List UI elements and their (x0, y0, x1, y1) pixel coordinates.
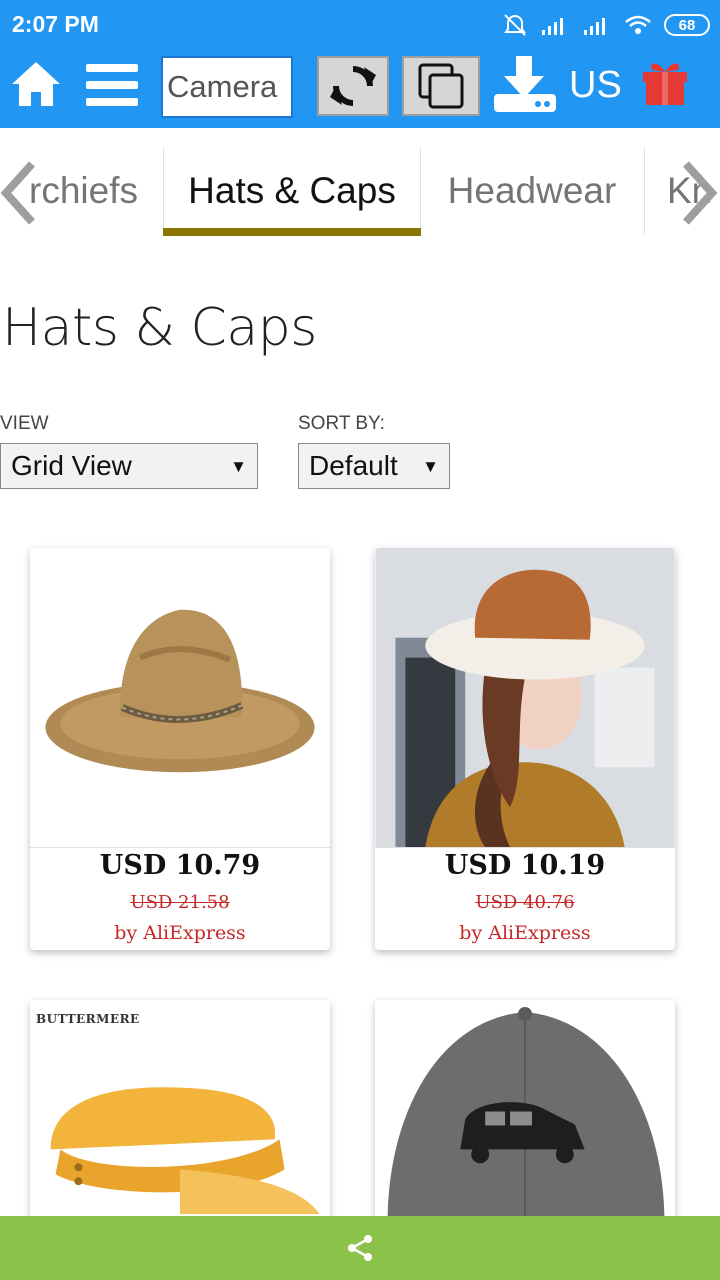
tab-headwear[interactable]: Headwear (422, 148, 642, 234)
sort-select[interactable]: Default ▼ (298, 443, 450, 489)
app-root: 2:07 PM 68 Camera US rchiefs Hats & Caps… (0, 0, 720, 1280)
product-price: USD 10.19 (444, 850, 606, 881)
alarm-off-icon (504, 14, 526, 36)
gift-icon[interactable] (640, 58, 690, 106)
product-old-price: USD 40.76 (475, 892, 575, 913)
refresh-icon (330, 66, 376, 106)
view-select-value: Grid View (11, 450, 132, 481)
search-input[interactable] (161, 56, 293, 118)
copy-icon (418, 63, 464, 109)
product-image-bucket-hat[interactable] (375, 548, 675, 848)
view-label: VIEW (0, 413, 49, 434)
copy-button[interactable] (402, 56, 480, 116)
download-icon[interactable] (492, 54, 558, 114)
menu-icon[interactable] (84, 60, 140, 110)
product-old-price: USD 21.58 (130, 892, 230, 913)
view-select[interactable]: Grid View ▼ (0, 443, 258, 489)
product-card[interactable] (375, 1000, 675, 1230)
battery-indicator: 68 (664, 14, 710, 36)
app-header: 2:07 PM 68 Camera US (0, 0, 720, 128)
caret-down-icon: ▼ (230, 457, 247, 476)
page-title: Hats & Caps (2, 298, 317, 358)
product-seller[interactable]: by AliExpress (30, 922, 330, 944)
product-card[interactable]: USD 10.79 USD 21.58 by AliExpress (30, 548, 330, 950)
sort-select-value: Default (309, 450, 398, 481)
sort-label: SORT BY: (298, 413, 385, 434)
tab-hats-caps[interactable]: Hats & Caps (163, 148, 421, 234)
caret-down-icon: ▼ (422, 457, 439, 476)
share-bar[interactable] (0, 1216, 720, 1280)
category-tabs: rchiefs Hats & Caps Headwear Kn (0, 148, 720, 238)
product-image-straw-hat[interactable] (30, 548, 330, 848)
home-icon[interactable] (8, 56, 64, 112)
product-brand-logo: BUTTERMERE (36, 1012, 140, 1026)
signal-icon (542, 18, 563, 35)
product-card[interactable]: USD 10.19 USD 40.76 by AliExpress (375, 548, 675, 950)
product-image-yellow-cap[interactable] (30, 1000, 330, 1230)
status-time: 2:07 PM (12, 11, 99, 37)
product-image-grey-cap[interactable] (375, 1000, 675, 1230)
refresh-button[interactable] (317, 56, 389, 116)
chevron-left-icon[interactable] (0, 158, 42, 228)
share-icon[interactable] (345, 1233, 375, 1263)
product-price: USD 10.79 (99, 850, 261, 881)
signal-icon-2 (584, 18, 605, 35)
product-card[interactable]: BUTTERMERE (30, 1000, 330, 1230)
region-label[interactable]: US (569, 64, 622, 107)
product-seller[interactable]: by AliExpress (375, 922, 675, 944)
active-tab-indicator (163, 228, 421, 236)
wifi-icon (625, 15, 651, 34)
chevron-right-icon[interactable] (676, 158, 720, 228)
status-icons: 68 (502, 10, 710, 40)
